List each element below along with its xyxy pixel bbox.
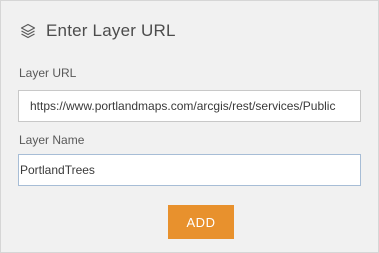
add-button[interactable]: ADD <box>168 205 234 239</box>
layers-icon <box>19 22 37 40</box>
layer-name-label: Layer Name <box>19 133 85 147</box>
layer-url-label: Layer URL <box>19 66 77 80</box>
enter-layer-url-panel: Enter Layer URL Layer URL Layer Name ADD <box>0 0 379 253</box>
panel-title: Enter Layer URL <box>46 21 176 40</box>
layer-name-input[interactable] <box>18 154 361 186</box>
panel-header: Enter Layer URL <box>19 19 176 43</box>
layer-url-input[interactable] <box>18 90 361 122</box>
